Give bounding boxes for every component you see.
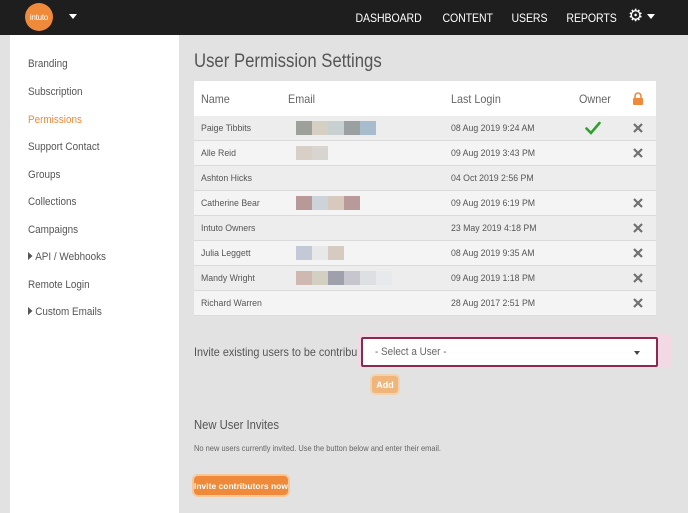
- redacted-email-block: [376, 271, 392, 285]
- remove-icon[interactable]: [632, 222, 644, 234]
- sidebar-item-groups[interactable]: Groups: [28, 169, 60, 181]
- sidebar-item-api-webhooks[interactable]: API / Webhooks: [28, 251, 106, 263]
- remove-icon[interactable]: [632, 197, 644, 209]
- redacted-email-block: [312, 121, 328, 135]
- column-header-name: Name: [201, 92, 230, 106]
- sidebar-item-label: API / Webhooks: [35, 251, 107, 263]
- gear-icon[interactable]: ⚙: [628, 7, 644, 25]
- page-title: User Permission Settings: [194, 51, 382, 72]
- settings-sidebar: Branding Subscription Permissions Suppor…: [10, 35, 179, 513]
- remove-icon[interactable]: [632, 247, 644, 259]
- redacted-email-block: [296, 121, 312, 135]
- last-login: 04 Oct 2019 2:56 PM: [451, 173, 534, 184]
- remove-icon[interactable]: [632, 122, 644, 134]
- redacted-email-block: [344, 196, 360, 210]
- last-login: 09 Aug 2019 6:19 PM: [451, 198, 536, 209]
- permissions-table: Name Email Last Login Owner Paige Tibbit…: [194, 81, 656, 316]
- redacted-email-block: [312, 246, 328, 260]
- last-login: 08 Aug 2019 9:24 AM: [451, 123, 535, 134]
- logo-text: intuto: [29, 12, 49, 22]
- redacted-email-block: [328, 196, 344, 210]
- select-user-dropdown[interactable]: - Select a User -: [361, 337, 658, 367]
- last-login: 23 May 2019 4:18 PM: [451, 223, 537, 234]
- select-user-value: - Select a User -: [375, 346, 447, 358]
- no-invites-note: No new users currently invited. Use the …: [194, 443, 441, 453]
- column-header-email: Email: [288, 92, 316, 106]
- user-name: Mandy Wright: [201, 273, 255, 284]
- redacted-email-block: [312, 196, 328, 210]
- column-header-last-login: Last Login: [451, 92, 501, 106]
- expand-arrow-icon: [28, 307, 33, 315]
- sidebar-item-subscription[interactable]: Subscription: [28, 86, 82, 98]
- redacted-email-block: [312, 146, 328, 160]
- sidebar-item-permissions[interactable]: Permissions: [28, 114, 82, 126]
- sidebar-item-branding[interactable]: Branding: [28, 58, 68, 70]
- table-row: Paige Tibbits 08 Aug 2019 9:24 AM: [194, 116, 656, 141]
- sidebar-item-collections[interactable]: Collections: [28, 196, 76, 208]
- last-login: 28 Aug 2017 2:51 PM: [451, 298, 536, 309]
- table-row: Richard Warren 28 Aug 2017 2:51 PM: [194, 291, 656, 316]
- nav-users[interactable]: USERS: [511, 11, 547, 25]
- user-name: Alle Reid: [201, 148, 236, 159]
- chevron-down-icon[interactable]: [69, 14, 77, 19]
- redacted-email-block: [328, 246, 344, 260]
- top-navigation-bar: intuto DASHBOARD CONTENT USERS REPORTS ⚙: [0, 0, 688, 35]
- add-contributor-button[interactable]: Add: [370, 374, 400, 395]
- sidebar-item-campaigns[interactable]: Campaigns: [28, 224, 78, 236]
- sidebar-item-remote-login[interactable]: Remote Login: [28, 279, 90, 291]
- redacted-email-block: [360, 271, 376, 285]
- user-name: Intuto Owners: [201, 223, 256, 234]
- nav-content[interactable]: CONTENT: [442, 11, 493, 25]
- invite-contributors-button[interactable]: Invite contributors now: [192, 474, 290, 497]
- table-row: Catherine Bear 09 Aug 2019 6:19 PM: [194, 191, 656, 216]
- redacted-email-block: [296, 196, 312, 210]
- sidebar-item-custom-emails[interactable]: Custom Emails: [28, 306, 102, 318]
- table-row: Alle Reid 09 Aug 2019 3:43 PM: [194, 141, 656, 166]
- check-icon[interactable]: [585, 121, 601, 135]
- table-header: Name Email Last Login Owner: [194, 81, 656, 116]
- lock-icon: [633, 92, 643, 105]
- redacted-email-block: [328, 121, 344, 135]
- expand-arrow-icon: [28, 252, 33, 260]
- remove-icon[interactable]: [632, 272, 644, 284]
- table-body: Paige Tibbits 08 Aug 2019 9:24 AM Alle Rei…: [194, 116, 656, 316]
- table-row: Mandy Wright 09 Aug 2019 1:18 PM: [194, 266, 656, 291]
- remove-icon[interactable]: [632, 147, 644, 159]
- redacted-email-block: [296, 246, 312, 260]
- sidebar-item-label: Custom Emails: [35, 306, 102, 318]
- user-name: Richard Warren: [201, 298, 262, 309]
- nav-dashboard[interactable]: DASHBOARD: [355, 11, 421, 25]
- user-name: Ashton Hicks: [201, 173, 253, 184]
- main-nav: DASHBOARD CONTENT USERS REPORTS: [351, 0, 620, 35]
- redacted-email-block: [360, 121, 376, 135]
- nav-reports[interactable]: REPORTS: [566, 11, 616, 25]
- table-row: Intuto Owners 23 May 2019 4:18 PM: [194, 216, 656, 241]
- user-name: Catherine Bear: [201, 198, 260, 209]
- invite-existing-label: Invite existing users to be contributors: [194, 345, 376, 359]
- table-row: Julia Leggett 08 Aug 2019 9:35 AM: [194, 241, 656, 266]
- user-name: Julia Leggett: [201, 248, 251, 259]
- last-login: 09 Aug 2019 1:18 PM: [451, 273, 536, 284]
- last-login: 08 Aug 2019 9:35 AM: [451, 248, 535, 259]
- chevron-down-icon[interactable]: [647, 14, 655, 19]
- table-row: Ashton Hicks 04 Oct 2019 2:56 PM: [194, 166, 656, 191]
- user-name: Paige Tibbits: [201, 123, 252, 134]
- redacted-email-block: [296, 271, 312, 285]
- redacted-email-block: [344, 271, 360, 285]
- redacted-email-block: [312, 271, 328, 285]
- redacted-email-block: [296, 146, 312, 160]
- intuto-logo[interactable]: intuto: [25, 3, 53, 31]
- remove-icon[interactable]: [632, 297, 644, 309]
- sidebar-item-support-contact[interactable]: Support Contact: [28, 141, 100, 153]
- column-header-owner: Owner: [579, 92, 611, 106]
- chevron-down-icon: [634, 351, 640, 355]
- redacted-email-block: [328, 271, 344, 285]
- last-login: 09 Aug 2019 3:43 PM: [451, 148, 536, 159]
- new-user-invites-title: New User Invites: [194, 418, 280, 432]
- redacted-email-block: [344, 121, 360, 135]
